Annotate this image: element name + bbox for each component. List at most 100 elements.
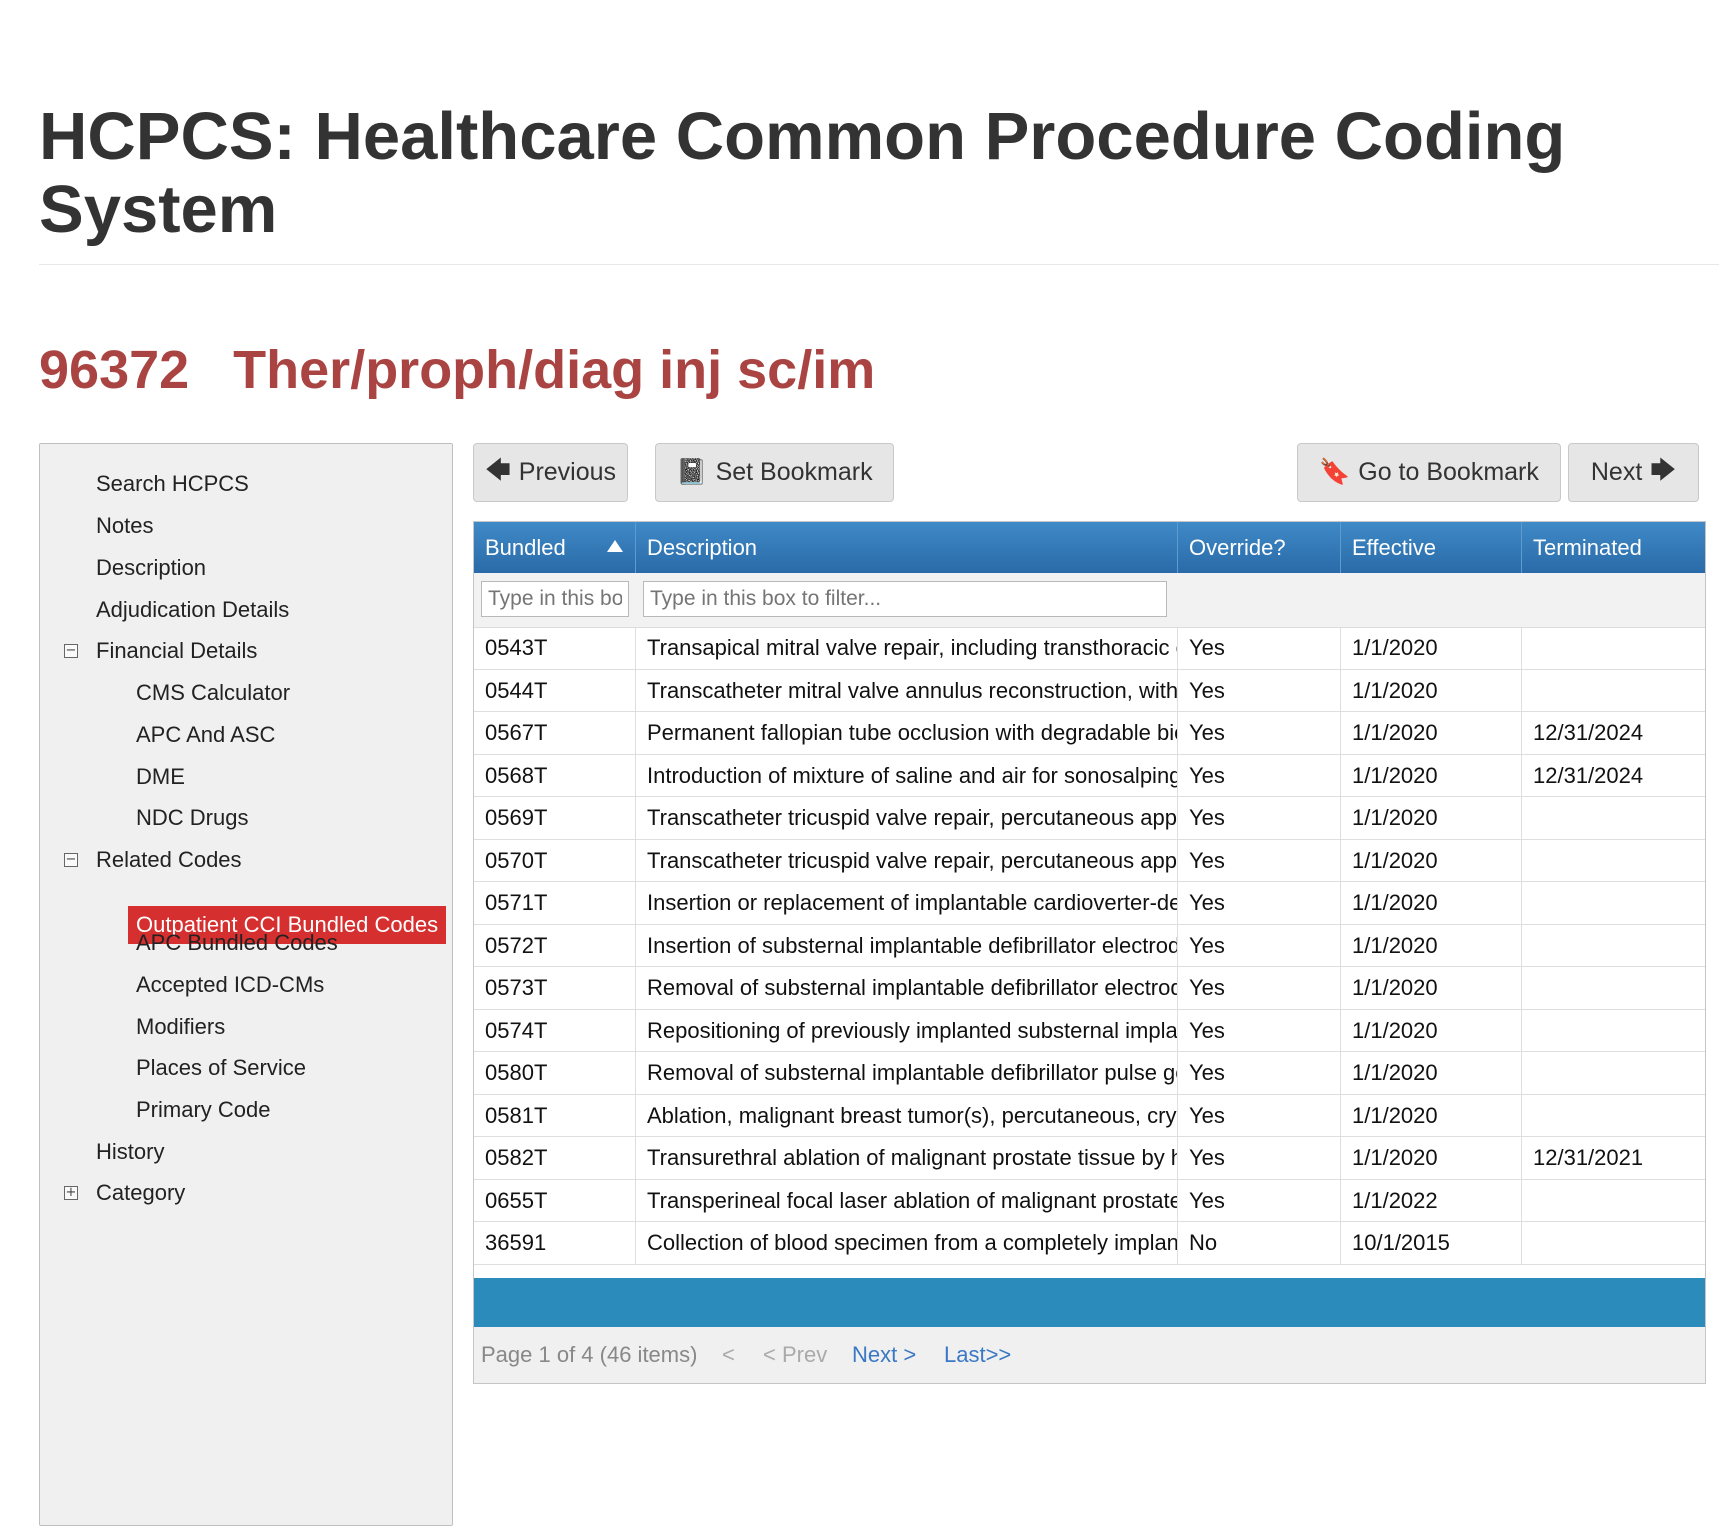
column-header-override[interactable]: Override? bbox=[1178, 522, 1341, 573]
cell-override: Yes bbox=[1178, 967, 1341, 1009]
collapse-icon[interactable]: − bbox=[64, 853, 78, 867]
previous-label: Previous bbox=[518, 458, 617, 486]
go-to-bookmark-button[interactable]: 🔖 Go to Bookmark bbox=[1297, 443, 1561, 502]
cell-description: Transperineal focal laser ablation of ma… bbox=[636, 1179, 1178, 1221]
page-title: HCPCS: Healthcare Common Procedure Codin… bbox=[39, 99, 1566, 247]
cell-effective: 1/1/2020 bbox=[1341, 1137, 1522, 1179]
cell-override: Yes bbox=[1178, 1137, 1341, 1179]
table-row[interactable]: 0655T Transperineal focal laser ablation … bbox=[474, 1179, 1705, 1222]
cell-effective: 1/1/2020 bbox=[1341, 1052, 1522, 1094]
cell-bundled-code: 0655T bbox=[474, 1179, 636, 1221]
sidebar-item-primary-code[interactable]: Primary Code bbox=[136, 1095, 270, 1125]
grid-header: Bundled Description Override? Effective … bbox=[474, 522, 1705, 574]
table-row[interactable]: 0543T Transapical mitral valve repair, in… bbox=[474, 627, 1705, 670]
code-description: Ther/proph/diag inj sc/im bbox=[233, 340, 876, 400]
cell-bundled-code: 0568T bbox=[474, 754, 636, 796]
cell-terminated bbox=[1522, 925, 1705, 967]
filter-row bbox=[474, 573, 1705, 628]
description-filter-input[interactable] bbox=[643, 581, 1167, 617]
cell-terminated: 12/31/2024 bbox=[1533, 762, 1644, 788]
table-row[interactable]: 36591 Collection of blood specimen from a… bbox=[474, 1222, 1705, 1265]
cell-effective: 1/1/2020 bbox=[1341, 882, 1522, 924]
cell-terminated bbox=[1522, 627, 1705, 669]
table-row[interactable]: 0568T Introduction of mixture of saline a… bbox=[474, 754, 1705, 797]
cell-effective: 1/1/2020 bbox=[1341, 967, 1522, 1009]
cell-description: Repositioning of previously implanted su… bbox=[636, 1009, 1178, 1051]
bundled-filter-input[interactable] bbox=[481, 581, 629, 617]
expand-icon[interactable]: + bbox=[64, 1186, 78, 1200]
table-row[interactable]: 0567T Permanent fallopian tube occlusion … bbox=[474, 712, 1705, 755]
collapse-icon[interactable]: − bbox=[64, 644, 78, 658]
cell-terminated bbox=[1522, 1010, 1705, 1052]
cell-bundled-code: 36591 bbox=[474, 1222, 636, 1264]
table-row[interactable]: 0573T Removal of substernal implantable d… bbox=[474, 967, 1705, 1010]
cell-bundled-code: 0574T bbox=[474, 1009, 636, 1051]
cell-effective: 1/1/2020 bbox=[1341, 669, 1522, 711]
cell-terminated bbox=[1522, 1095, 1705, 1137]
cell-terminated bbox=[1522, 1180, 1705, 1222]
cell-override: Yes bbox=[1178, 712, 1341, 754]
cell-override: Yes bbox=[1178, 1094, 1341, 1136]
cell-bundled-code: 0569T bbox=[474, 797, 636, 839]
sidebar-nav: Search HCPCS Notes Description Adjudicat… bbox=[39, 443, 453, 1526]
pager-next-link[interactable]: Next > bbox=[852, 1327, 916, 1383]
cell-terminated bbox=[1522, 1052, 1705, 1094]
cell-bundled-code: 0571T bbox=[474, 882, 636, 924]
cell-bundled-code: 0567T bbox=[474, 712, 636, 754]
sidebar-item-adjudication-details[interactable]: Adjudication Details bbox=[96, 595, 289, 625]
pager: Page 1 of 4 (46 items) < < Prev Next > L… bbox=[474, 1327, 1705, 1383]
sidebar-item-apc-and-asc[interactable]: APC And ASC bbox=[136, 720, 275, 750]
pager-prev-link[interactable]: < Prev bbox=[763, 1327, 827, 1383]
table-row[interactable]: 0544T Transcatheter mitral valve annulus … bbox=[474, 669, 1705, 712]
sidebar-item-category[interactable]: Category bbox=[96, 1178, 185, 1208]
column-header-bundled[interactable]: Bundled bbox=[474, 522, 636, 573]
sidebar-item-dme[interactable]: DME bbox=[136, 762, 185, 792]
cell-terminated bbox=[1522, 670, 1705, 712]
column-header-description[interactable]: Description bbox=[636, 522, 1178, 573]
cell-effective: 1/1/2020 bbox=[1341, 924, 1522, 966]
sidebar-item-apc-bundled-codes[interactable]: APC Bundled Codes bbox=[136, 928, 338, 958]
table-row[interactable]: 0571T Insertion or replacement of implant… bbox=[474, 882, 1705, 925]
cell-effective: 1/1/2020 bbox=[1341, 1009, 1522, 1051]
sidebar-item-places-of-service[interactable]: Places of Service bbox=[136, 1053, 306, 1083]
sidebar-item-history[interactable]: History bbox=[96, 1137, 164, 1167]
pager-first-link[interactable]: < bbox=[722, 1327, 735, 1383]
cell-override: Yes bbox=[1178, 839, 1341, 881]
sidebar-item-search-hcpcs[interactable]: Search HCPCS bbox=[96, 469, 249, 499]
column-header-terminated[interactable]: Terminated bbox=[1522, 522, 1705, 573]
table-row[interactable]: 0572T Insertion of substernal implantable… bbox=[474, 924, 1705, 967]
pager-last-link[interactable]: Last>> bbox=[944, 1327, 1011, 1383]
sidebar-item-cms-calculator[interactable]: CMS Calculator bbox=[136, 678, 290, 708]
book-icon: 📓 bbox=[676, 458, 708, 486]
cell-terminated bbox=[1522, 967, 1705, 1009]
table-row[interactable]: 0580T Removal of substernal implantable d… bbox=[474, 1052, 1705, 1095]
cell-bundled-code: 0572T bbox=[474, 924, 636, 966]
sidebar-item-related-codes[interactable]: Related Codes bbox=[96, 845, 242, 875]
cell-description: Transcatheter tricuspid valve repair, pe… bbox=[636, 839, 1178, 881]
table-row[interactable]: 0581T Ablation, malignant breast tumor(s)… bbox=[474, 1094, 1705, 1137]
title-divider bbox=[39, 264, 1719, 265]
cell-description: Insertion of substernal implantable defi… bbox=[636, 924, 1178, 966]
sidebar-item-description[interactable]: Description bbox=[96, 553, 206, 583]
previous-button[interactable]: 🡄 Previous bbox=[473, 443, 628, 502]
table-row[interactable]: 0569T Transcatheter tricuspid valve repai… bbox=[474, 797, 1705, 840]
table-row[interactable]: 0570T Transcatheter tricuspid valve repai… bbox=[474, 839, 1705, 882]
sidebar-item-ndc-drugs[interactable]: NDC Drugs bbox=[136, 803, 248, 833]
table-row[interactable]: 0574T Repositioning of previously implant… bbox=[474, 1009, 1705, 1052]
pager-info: Page 1 of 4 (46 items) bbox=[481, 1342, 698, 1367]
cell-override: Yes bbox=[1178, 1179, 1341, 1221]
sidebar-item-financial-details[interactable]: Financial Details bbox=[96, 636, 257, 666]
table-row[interactable]: 0582T Transurethral ablation of malignant… bbox=[474, 1137, 1705, 1180]
cell-override: Yes bbox=[1178, 754, 1341, 796]
sidebar-item-accepted-icd-cms[interactable]: Accepted ICD-CMs bbox=[136, 970, 324, 1000]
sidebar-item-notes[interactable]: Notes bbox=[96, 511, 153, 541]
cell-terminated: 12/31/2021 bbox=[1533, 1145, 1644, 1170]
cell-effective: 1/1/2020 bbox=[1341, 754, 1522, 796]
cell-terminated bbox=[1522, 840, 1705, 882]
cell-bundled-code: 0573T bbox=[474, 967, 636, 1009]
next-button[interactable]: Next 🡆 bbox=[1568, 443, 1699, 502]
set-bookmark-button[interactable]: 📓 Set Bookmark bbox=[655, 443, 894, 502]
sidebar-item-modifiers[interactable]: Modifiers bbox=[136, 1012, 225, 1042]
column-header-effective[interactable]: Effective bbox=[1341, 522, 1522, 573]
next-label: Next bbox=[1590, 458, 1643, 486]
